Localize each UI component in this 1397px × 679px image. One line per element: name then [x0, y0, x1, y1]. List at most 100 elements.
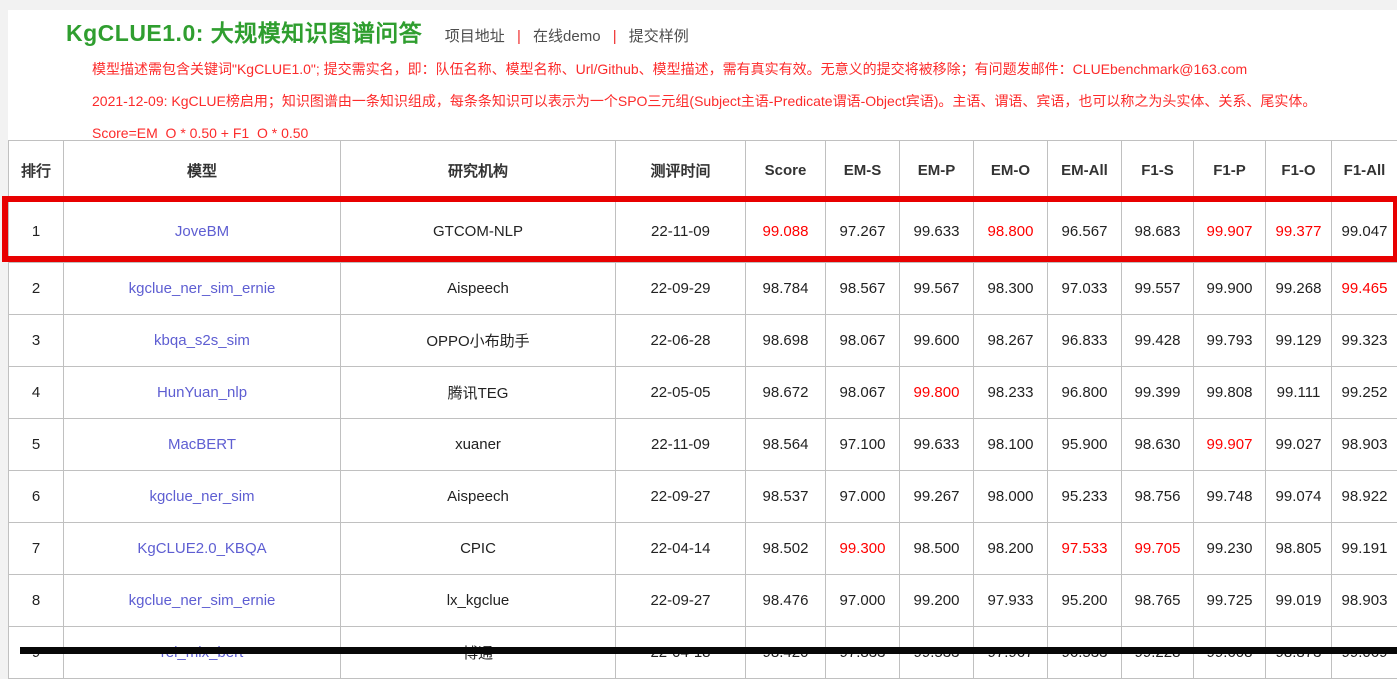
date-cell: 22-11-09: [616, 419, 746, 471]
em-all-cell: 97.533: [1048, 523, 1122, 575]
table-row: 8 kgclue_ner_sim_ernie lx_kgclue 22-09-2…: [9, 575, 1397, 627]
model-link[interactable]: HunYuan_nlp: [157, 384, 247, 401]
table-row: 6 kgclue_ner_sim Aispeech 22-09-27 98.53…: [9, 471, 1397, 523]
date-cell: 22-06-28: [616, 315, 746, 367]
em-p-cell: 99.633: [900, 201, 974, 263]
table-row: 4 HunYuan_nlp 腾讯TEG 22-05-05 98.672 98.0…: [9, 367, 1397, 419]
score-cell: 98.564: [746, 419, 826, 471]
f1-o-cell: 99.268: [1266, 263, 1332, 315]
rank-cell: 2: [9, 263, 64, 315]
model-cell: JoveBM: [64, 201, 341, 263]
table-row: 2 kgclue_ner_sim_ernie Aispeech 22-09-29…: [9, 263, 1397, 315]
link-separator: |: [517, 28, 521, 45]
em-p-cell: 99.200: [900, 575, 974, 627]
f1-all-cell: 99.252: [1332, 367, 1397, 419]
em-all-cell: 97.033: [1048, 263, 1122, 315]
em-o-cell: 98.000: [974, 471, 1048, 523]
model-cell: kgclue_ner_sim_ernie: [64, 575, 341, 627]
em-p-cell: 98.500: [900, 523, 974, 575]
em-s-cell: 98.067: [826, 367, 900, 419]
f1-all-cell: 98.903: [1332, 419, 1397, 471]
f1-s-cell: 98.683: [1122, 201, 1194, 263]
f1-s-cell: 98.765: [1122, 575, 1194, 627]
rank-cell: 7: [9, 523, 64, 575]
submit-sample-link[interactable]: 提交样例: [629, 28, 689, 45]
leaderboard-table-wrap: 排行 模型 研究机构 测评时间 Score EM-S EM-P EM-O EM-…: [8, 140, 1397, 679]
rank-cell: 8: [9, 575, 64, 627]
rank-cell: 6: [9, 471, 64, 523]
f1-o-cell: 99.377: [1266, 201, 1332, 263]
f1-s-cell: 98.756: [1122, 471, 1194, 523]
rank-cell: 3: [9, 315, 64, 367]
em-s-cell: 97.267: [826, 201, 900, 263]
org-cell: 腾讯TEG: [341, 367, 616, 419]
f1-o-cell: 99.074: [1266, 471, 1332, 523]
col-header-em-all: EM-All: [1048, 141, 1122, 201]
em-o-cell: 98.100: [974, 419, 1048, 471]
em-o-cell: 97.933: [974, 575, 1048, 627]
org-cell: OPPO小布助手: [341, 315, 616, 367]
em-p-cell: 99.633: [900, 419, 974, 471]
rank-cell: 1: [9, 201, 64, 263]
org-cell: GTCOM-NLP: [341, 201, 616, 263]
f1-p-cell: 99.808: [1194, 367, 1266, 419]
em-s-cell: 98.567: [826, 263, 900, 315]
page-header: KgCLUE1.0: 大规模知识图谱问答 项目地址 | 在线demo | 提交样…: [8, 10, 1397, 48]
date-cell: 22-09-27: [616, 471, 746, 523]
f1-all-cell: 99.047: [1332, 201, 1397, 263]
f1-all-cell: 99.465: [1332, 263, 1397, 315]
notice-submission-rules: 模型描述需包含关键词"KgCLUE1.0"; 提交需实名，即：队伍名称、模型名称…: [92, 60, 1397, 78]
em-all-cell: 96.800: [1048, 367, 1122, 419]
notice-block: 模型描述需包含关键词"KgCLUE1.0"; 提交需实名，即：队伍名称、模型名称…: [92, 60, 1397, 142]
model-link[interactable]: kgclue_ner_sim: [149, 488, 254, 505]
model-cell: HunYuan_nlp: [64, 367, 341, 419]
em-s-cell: 99.300: [826, 523, 900, 575]
col-header-f1-p: F1-P: [1194, 141, 1266, 201]
col-header-model: 模型: [64, 141, 341, 201]
col-header-em-s: EM-S: [826, 141, 900, 201]
table-row: 5 MacBERT xuaner 22-11-09 98.564 97.100 …: [9, 419, 1397, 471]
f1-s-cell: 99.428: [1122, 315, 1194, 367]
model-link[interactable]: KgCLUE2.0_KBQA: [137, 540, 266, 557]
rank-cell: 5: [9, 419, 64, 471]
em-o-cell: 98.267: [974, 315, 1048, 367]
em-s-cell: 97.100: [826, 419, 900, 471]
leaderboard-page: KgCLUE1.0: 大规模知识图谱问答 项目地址 | 在线demo | 提交样…: [8, 10, 1397, 654]
col-header-f1-o: F1-O: [1266, 141, 1332, 201]
f1-p-cell: 99.907: [1194, 201, 1266, 263]
project-url-link[interactable]: 项目地址: [445, 28, 505, 45]
f1-o-cell: 98.805: [1266, 523, 1332, 575]
model-cell: KgCLUE2.0_KBQA: [64, 523, 341, 575]
em-all-cell: 95.200: [1048, 575, 1122, 627]
model-link[interactable]: kbqa_s2s_sim: [154, 332, 250, 349]
col-header-em-p: EM-P: [900, 141, 974, 201]
table-row: 3 kbqa_s2s_sim OPPO小布助手 22-06-28 98.698 …: [9, 315, 1397, 367]
em-p-cell: 99.800: [900, 367, 974, 419]
f1-all-cell: 99.323: [1332, 315, 1397, 367]
org-cell: Aispeech: [341, 263, 616, 315]
f1-o-cell: 99.111: [1266, 367, 1332, 419]
em-all-cell: 96.833: [1048, 315, 1122, 367]
header-links: 项目地址 | 在线demo | 提交样例: [445, 28, 689, 45]
org-cell: Aispeech: [341, 471, 616, 523]
f1-p-cell: 99.793: [1194, 315, 1266, 367]
f1-o-cell: 99.027: [1266, 419, 1332, 471]
model-link[interactable]: MacBERT: [168, 436, 236, 453]
em-p-cell: 99.567: [900, 263, 974, 315]
f1-all-cell: 98.903: [1332, 575, 1397, 627]
em-s-cell: 98.067: [826, 315, 900, 367]
em-o-cell: 98.233: [974, 367, 1048, 419]
table-row: 1 JoveBM GTCOM-NLP 22-11-09 99.088 97.26…: [9, 201, 1397, 263]
col-header-f1-all: F1-All: [1332, 141, 1397, 201]
online-demo-link[interactable]: 在线demo: [533, 28, 601, 45]
model-cell: MacBERT: [64, 419, 341, 471]
score-cell: 98.502: [746, 523, 826, 575]
f1-all-cell: 98.922: [1332, 471, 1397, 523]
col-header-f1-s: F1-S: [1122, 141, 1194, 201]
col-header-org: 研究机构: [341, 141, 616, 201]
model-link[interactable]: JoveBM: [175, 223, 229, 240]
model-link[interactable]: kgclue_ner_sim_ernie: [129, 592, 276, 609]
link-separator: |: [613, 28, 617, 45]
score-cell: 98.784: [746, 263, 826, 315]
model-link[interactable]: kgclue_ner_sim_ernie: [129, 280, 276, 297]
